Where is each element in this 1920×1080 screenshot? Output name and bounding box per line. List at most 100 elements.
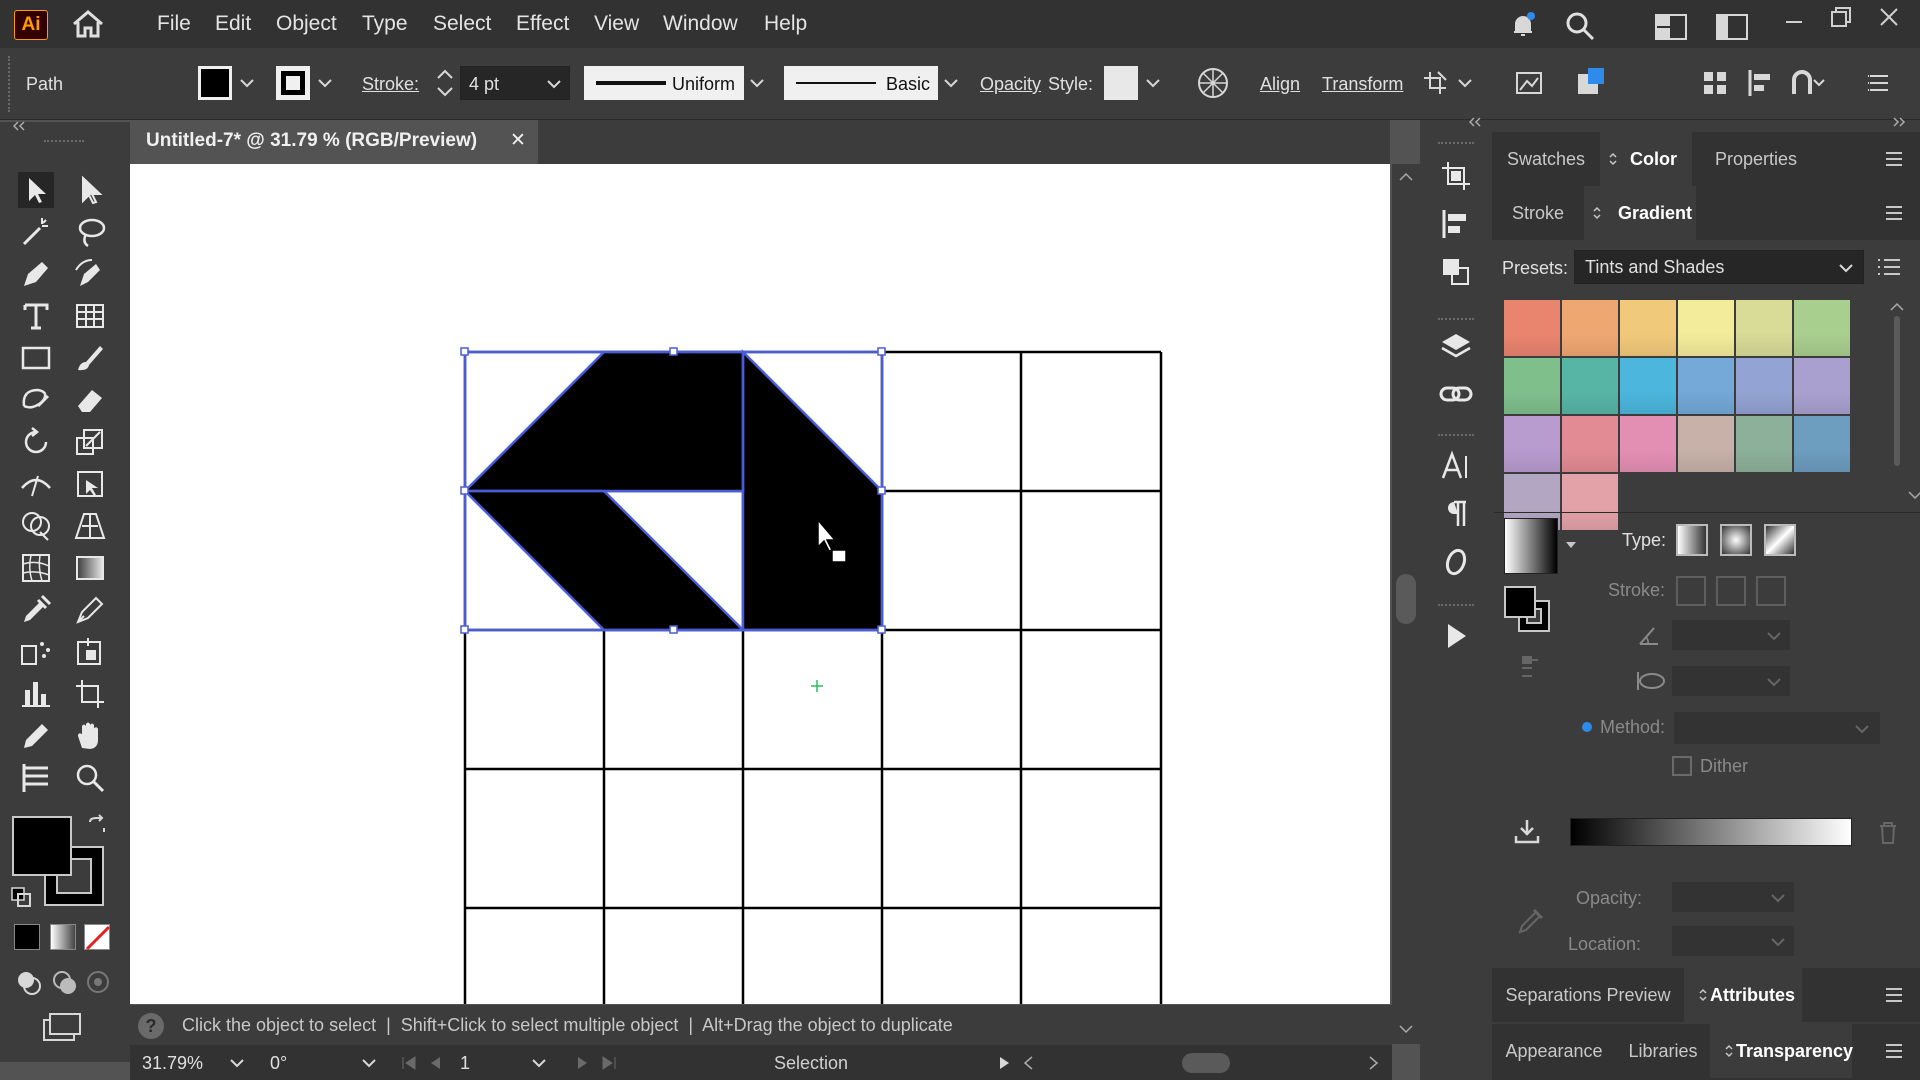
artboard-number-field[interactable]: 1 xyxy=(452,1045,552,1080)
close-icon[interactable] xyxy=(1876,4,1902,30)
bell-icon[interactable] xyxy=(1508,10,1538,40)
tab-libraries[interactable]: Libraries xyxy=(1616,1024,1710,1078)
stop-opacity-field[interactable] xyxy=(1672,882,1794,912)
column-graph-tool-icon[interactable] xyxy=(18,676,54,712)
menu-type[interactable]: Type xyxy=(362,12,408,36)
document-close-icon[interactable]: ✕ xyxy=(510,129,526,152)
paintbrush-tool-icon[interactable] xyxy=(72,340,108,376)
chevron-down-icon[interactable] xyxy=(1837,259,1855,277)
default-fill-stroke-icon[interactable] xyxy=(10,886,32,908)
delete-stop-icon[interactable] xyxy=(1876,820,1900,846)
scale-tool-icon[interactable] xyxy=(72,424,108,460)
image-trace-icon[interactable] xyxy=(1574,66,1608,100)
tab-properties[interactable]: Properties xyxy=(1692,132,1820,186)
add-to-swatches-icon[interactable] xyxy=(1512,816,1542,844)
color-swatch[interactable] xyxy=(1504,416,1560,472)
last-artboard-icon[interactable] xyxy=(600,1055,618,1076)
variable-width-profile[interactable]: Uniform xyxy=(584,66,770,100)
shape-builder-icon[interactable] xyxy=(1790,68,1826,98)
hand-tool-icon[interactable] xyxy=(72,718,108,754)
align-left-icon[interactable] xyxy=(1746,68,1776,98)
dock-collapse-icon[interactable] xyxy=(1466,116,1484,128)
brush-definition[interactable]: Basic xyxy=(784,66,964,100)
color-swatch[interactable] xyxy=(1794,300,1850,356)
draw-normal-icon[interactable] xyxy=(14,968,42,996)
zoom-tool-icon[interactable] xyxy=(72,760,108,796)
graphic-style-swatch[interactable] xyxy=(1104,66,1138,100)
stroke-label[interactable]: Stroke: xyxy=(362,74,419,95)
chevron-down-icon[interactable] xyxy=(1769,933,1787,951)
color-swatch[interactable] xyxy=(1678,358,1734,414)
gradient-eyedropper-icon[interactable] xyxy=(1514,902,1548,936)
color-swatch[interactable] xyxy=(1794,416,1850,472)
minimize-icon[interactable] xyxy=(1782,8,1806,32)
eyedropper-tool-icon[interactable] xyxy=(18,592,54,628)
vertical-scroll-thumb[interactable] xyxy=(1396,574,1416,624)
artboard-tool-icon[interactable] xyxy=(72,676,108,712)
presets-dropdown[interactable]: Tints and Shades xyxy=(1574,250,1864,284)
free-transform-tool-icon[interactable] xyxy=(72,466,108,502)
chevron-down-icon[interactable] xyxy=(1765,627,1783,645)
magic-wand-tool-icon[interactable] xyxy=(18,214,54,250)
transform-link[interactable]: Transform xyxy=(1322,74,1403,95)
control-bar-grip[interactable] xyxy=(8,56,12,112)
tab-stroke[interactable]: Stroke xyxy=(1492,186,1584,240)
panel-collapse-icon[interactable] xyxy=(1890,116,1908,128)
chevron-down-icon[interactable] xyxy=(1853,720,1871,738)
workspace-icon[interactable] xyxy=(1655,14,1687,40)
tab-swatches[interactable]: Swatches xyxy=(1492,132,1600,186)
selection-tool-icon[interactable] xyxy=(18,172,54,208)
restore-icon[interactable] xyxy=(1828,4,1854,30)
stroke-within-icon[interactable] xyxy=(1676,576,1706,606)
crop-image-icon[interactable] xyxy=(1512,66,1546,100)
distribute-icon[interactable] xyxy=(1700,68,1730,98)
color-swatch[interactable] xyxy=(1736,416,1792,472)
screen-mode-icon[interactable] xyxy=(42,1012,82,1042)
chevron-down-icon[interactable] xyxy=(530,1054,548,1072)
curvature-tool-icon[interactable] xyxy=(72,256,108,292)
menu-effect[interactable]: Effect xyxy=(516,12,569,36)
color-swatch[interactable] xyxy=(1736,358,1792,414)
home-icon[interactable] xyxy=(70,8,106,40)
scroll-right-icon[interactable] xyxy=(1368,1055,1380,1071)
reverse-gradient-icon[interactable] xyxy=(1518,652,1552,686)
eraser-tool-icon[interactable] xyxy=(72,382,108,418)
scroll-down-icon[interactable] xyxy=(1906,488,1920,502)
swatch-scrollbar[interactable] xyxy=(1888,298,1920,508)
layers-panel-icon[interactable] xyxy=(1438,328,1474,364)
gradient-fill-swatch[interactable] xyxy=(1504,586,1536,618)
panel-options-icon[interactable] xyxy=(1884,1042,1904,1060)
table-tool-icon[interactable] xyxy=(72,298,108,334)
shaper-tool-icon[interactable] xyxy=(18,382,54,418)
toolbar-collapse-icon[interactable] xyxy=(10,116,28,131)
swatch-scroll-thumb[interactable] xyxy=(1894,316,1900,466)
chevron-down-icon[interactable] xyxy=(1769,889,1787,907)
isolate-dropdown-icon[interactable] xyxy=(1456,74,1474,92)
shape-builder-tool-icon[interactable] xyxy=(18,508,54,544)
arrange-docs-icon[interactable] xyxy=(1716,14,1748,40)
chevron-down-icon[interactable] xyxy=(228,1054,246,1072)
color-swatch[interactable] xyxy=(1504,300,1560,356)
list-view-icon[interactable] xyxy=(1876,256,1902,278)
panel-options-icon[interactable] xyxy=(1884,204,1904,222)
paragraph-panel-icon[interactable] xyxy=(1438,496,1474,532)
color-swatch[interactable] xyxy=(1562,416,1618,472)
links-panel-icon[interactable] xyxy=(1438,376,1474,412)
horizontal-scroll-thumb[interactable] xyxy=(1182,1053,1230,1073)
status-menu-arrow-icon[interactable] xyxy=(998,1055,1012,1076)
character-panel-icon[interactable] xyxy=(1438,448,1474,484)
type-tool-icon[interactable] xyxy=(18,298,54,334)
recolor-artwork-icon[interactable] xyxy=(1196,66,1230,100)
align-panel-icon[interactable] xyxy=(1438,206,1474,242)
lasso-tool-icon[interactable] xyxy=(72,214,108,250)
vertical-scrollbar[interactable] xyxy=(1392,164,1420,1044)
rectangle-tool-icon[interactable] xyxy=(18,340,54,376)
mesh-tool-icon[interactable] xyxy=(18,550,54,586)
chevron-down-icon[interactable] xyxy=(1765,673,1783,691)
color-swatch[interactable] xyxy=(1504,358,1560,414)
draw-inside-icon[interactable] xyxy=(84,968,112,996)
fill-dropdown-icon[interactable] xyxy=(238,74,256,92)
scroll-up-icon[interactable] xyxy=(1888,300,1906,314)
color-swatch[interactable] xyxy=(1678,416,1734,472)
artboards-panel-icon[interactable] xyxy=(1438,158,1474,194)
